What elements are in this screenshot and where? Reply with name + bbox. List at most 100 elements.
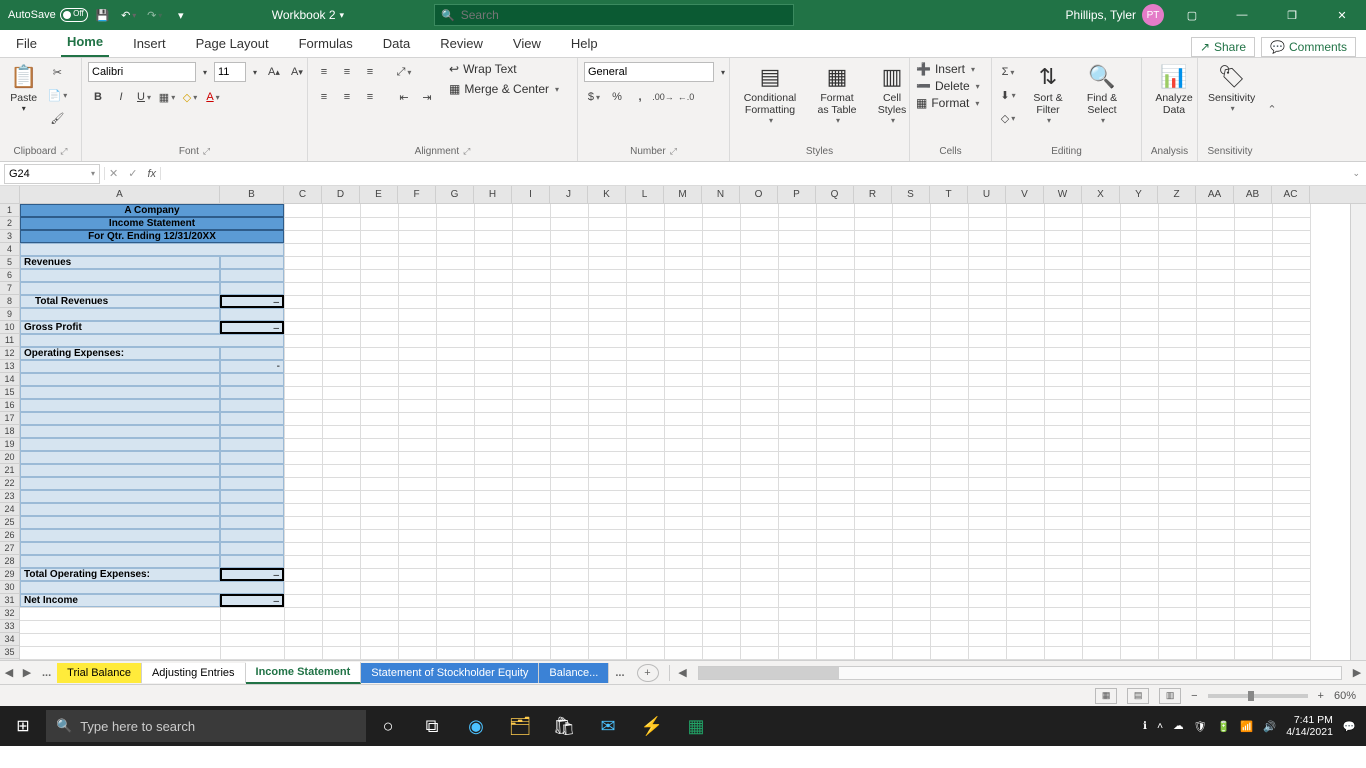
- zoom-level[interactable]: 60%: [1334, 690, 1356, 702]
- align-bottom-button[interactable]: ≡: [360, 62, 380, 82]
- row-header[interactable]: 21: [0, 464, 20, 477]
- increase-indent-button[interactable]: ⇥: [417, 87, 437, 107]
- alignment-launcher[interactable]: ⤢: [463, 146, 470, 156]
- row-header[interactable]: 24: [0, 503, 20, 516]
- insert-cells-button[interactable]: ➕ Insert: [916, 62, 975, 76]
- cell-revenues[interactable]: Revenues: [20, 256, 220, 269]
- cell-empty[interactable]: [220, 451, 284, 464]
- row-header[interactable]: 18: [0, 425, 20, 438]
- row-header[interactable]: 2: [0, 217, 20, 230]
- explorer-icon[interactable]: 🗂: [498, 706, 542, 746]
- view-page-break-button[interactable]: ▥: [1159, 688, 1181, 704]
- column-header[interactable]: F: [398, 186, 436, 203]
- save-icon[interactable]: 💾: [92, 4, 114, 26]
- row-header[interactable]: 13: [0, 360, 20, 373]
- increase-decimal-button[interactable]: .00→: [653, 87, 673, 107]
- autosave-off-icon[interactable]: Off: [60, 8, 88, 22]
- column-header[interactable]: AB: [1234, 186, 1272, 203]
- zoom-slider[interactable]: [1208, 694, 1308, 698]
- cell-empty[interactable]: [20, 373, 220, 386]
- comma-format-button[interactable]: ,: [630, 87, 650, 107]
- cell-period[interactable]: For Qtr. Ending 12/31/20XX: [20, 230, 284, 243]
- align-left-button[interactable]: ≡: [314, 87, 334, 107]
- comments-button[interactable]: 💬 Comments: [1261, 37, 1356, 57]
- decrease-decimal-button[interactable]: ←.0: [676, 87, 696, 107]
- cell-empty[interactable]: [20, 503, 220, 516]
- qat-customize-icon[interactable]: ▾: [170, 4, 192, 26]
- column-header[interactable]: AC: [1272, 186, 1310, 203]
- row-header[interactable]: 11: [0, 334, 20, 347]
- cell-row4[interactable]: [20, 243, 284, 256]
- increase-font-button[interactable]: A▴: [264, 62, 284, 82]
- task-view-icon[interactable]: ⧉: [410, 706, 454, 746]
- cell-subtitle[interactable]: Income Statement: [20, 217, 284, 230]
- cancel-formula-icon[interactable]: ✕: [109, 167, 118, 180]
- cell-empty[interactable]: [220, 464, 284, 477]
- column-header[interactable]: M: [664, 186, 702, 203]
- row-header[interactable]: 3: [0, 230, 20, 243]
- column-header[interactable]: A: [20, 186, 220, 203]
- column-header[interactable]: Q: [816, 186, 854, 203]
- cell-total-revenues-val[interactable]: –: [220, 295, 284, 308]
- fill-color-button[interactable]: ◇: [180, 87, 200, 107]
- copy-button[interactable]: 📄: [47, 85, 67, 105]
- column-header[interactable]: U: [968, 186, 1006, 203]
- tray-chevron-icon[interactable]: ˄: [1157, 720, 1163, 732]
- row-header[interactable]: 30: [0, 581, 20, 594]
- format-cells-button[interactable]: ▦ Format: [916, 96, 979, 110]
- cell-empty[interactable]: [220, 412, 284, 425]
- zoom-out-button[interactable]: −: [1191, 690, 1197, 702]
- column-header[interactable]: L: [626, 186, 664, 203]
- cell-empty[interactable]: [220, 438, 284, 451]
- cell-empty[interactable]: [220, 399, 284, 412]
- fx-icon[interactable]: fx: [147, 168, 156, 180]
- column-header[interactable]: Z: [1158, 186, 1196, 203]
- cell-b13[interactable]: -: [220, 360, 284, 373]
- cell-total-op-exp[interactable]: Total Operating Expenses:: [20, 568, 220, 581]
- onedrive-icon[interactable]: ☁: [1173, 720, 1184, 732]
- cell-title[interactable]: A Company: [20, 204, 284, 217]
- tab-review[interactable]: Review: [434, 31, 489, 57]
- tab-trial-balance[interactable]: Trial Balance: [57, 663, 142, 683]
- cells-grid[interactable]: A Company Income Statement For Qtr. Endi…: [20, 204, 1350, 660]
- clock[interactable]: 7:41 PM 4/14/2021: [1286, 714, 1333, 738]
- font-name-input[interactable]: [88, 62, 196, 82]
- add-sheet-button[interactable]: +: [637, 664, 659, 682]
- cell-empty[interactable]: [20, 516, 220, 529]
- column-header[interactable]: G: [436, 186, 474, 203]
- enter-formula-icon[interactable]: ✓: [128, 167, 137, 180]
- app-icon[interactable]: ⚡: [630, 706, 674, 746]
- cell-empty[interactable]: [220, 529, 284, 542]
- taskbar-search[interactable]: 🔍 Type here to search: [46, 710, 366, 742]
- column-header[interactable]: B: [220, 186, 284, 203]
- search-input[interactable]: [461, 8, 787, 22]
- cell-a6[interactable]: [20, 269, 220, 282]
- paste-button[interactable]: 📋 Paste ▾: [6, 62, 41, 115]
- maximize-button[interactable]: ❐: [1270, 0, 1314, 30]
- tab-adjusting-entries[interactable]: Adjusting Entries: [142, 663, 246, 683]
- align-center-button[interactable]: ≡: [337, 87, 357, 107]
- minimize-button[interactable]: ―: [1220, 0, 1264, 30]
- row-header[interactable]: 9: [0, 308, 20, 321]
- tab-page-layout[interactable]: Page Layout: [190, 31, 275, 57]
- row-header[interactable]: 5: [0, 256, 20, 269]
- cell-empty[interactable]: [220, 425, 284, 438]
- user-name[interactable]: Phillips, Tyler: [1066, 8, 1136, 22]
- workbook-title[interactable]: Workbook 2▾: [272, 8, 344, 22]
- cell-empty[interactable]: [20, 412, 220, 425]
- volume-icon[interactable]: 🔊: [1263, 720, 1276, 733]
- font-size-input[interactable]: [214, 62, 246, 82]
- font-size-dropdown[interactable]: ▾: [249, 62, 261, 82]
- column-header[interactable]: S: [892, 186, 930, 203]
- number-format-dropdown[interactable]: ▾: [717, 62, 729, 82]
- wifi-icon[interactable]: 📶: [1240, 720, 1253, 733]
- sheet-tabs-ellipsis[interactable]: ...: [609, 667, 630, 679]
- cell-a9[interactable]: [20, 308, 220, 321]
- avatar[interactable]: PT: [1142, 4, 1164, 26]
- autosum-button[interactable]: Σ: [998, 62, 1018, 82]
- notifications-icon[interactable]: 💬: [1343, 720, 1356, 733]
- cell-empty[interactable]: [20, 386, 220, 399]
- row-header[interactable]: 25: [0, 516, 20, 529]
- column-header[interactable]: O: [740, 186, 778, 203]
- merge-center-button[interactable]: ▦ Merge & Center: [449, 82, 559, 96]
